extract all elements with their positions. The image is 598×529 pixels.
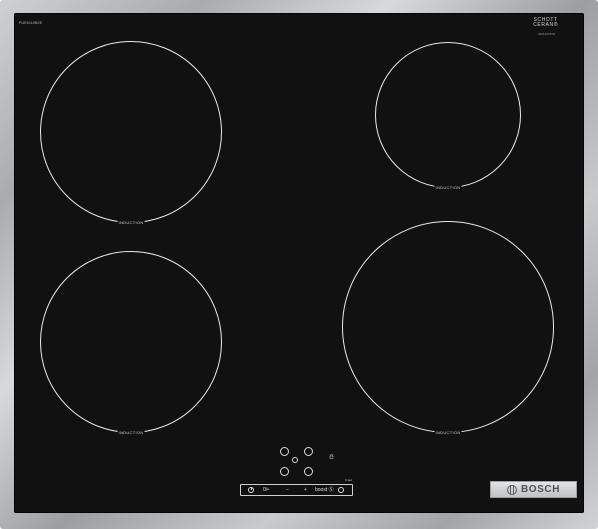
zone-select-front-left-icon[interactable] xyxy=(280,467,289,476)
cooking-zone-front-left[interactable] xyxy=(40,251,222,433)
zone-select-rear-right-icon[interactable] xyxy=(304,447,313,456)
schott-subtitle: INDUCTION xyxy=(538,32,555,36)
lock-hint-label: 3 sec xyxy=(345,478,353,482)
zone-label: INDUCTION xyxy=(117,220,145,225)
minus-button[interactable]: − xyxy=(286,488,289,493)
timer-icon[interactable] xyxy=(338,487,344,493)
zone-select-button[interactable]: 0/• xyxy=(263,488,269,493)
zone-label: INDUCTION xyxy=(434,430,462,435)
touch-control-panel: 0/• − + boost Ⓢ xyxy=(240,484,353,496)
schott-line2: CERAN® xyxy=(533,22,558,28)
child-lock-icon[interactable] xyxy=(329,454,334,459)
zone-center-icon xyxy=(292,457,298,463)
zone-label: INDUCTION xyxy=(434,185,462,190)
bosch-logo-icon xyxy=(506,484,517,495)
boost-button[interactable]: boost Ⓢ xyxy=(315,488,334,493)
cooking-zone-front-left-top[interactable] xyxy=(40,41,222,223)
brand-plate: BOSCH xyxy=(490,481,577,498)
plus-button[interactable]: + xyxy=(304,488,307,493)
power-icon[interactable] xyxy=(248,487,254,493)
cooking-zone-front-right[interactable] xyxy=(342,221,554,433)
schott-ceran-logo: SCHOTT CERAN® xyxy=(533,18,558,28)
zone-label: INDUCTION xyxy=(117,430,145,435)
cooking-zone-rear-right[interactable] xyxy=(375,42,521,188)
zone-select-rear-left-icon[interactable] xyxy=(280,447,289,456)
model-code: PUE6110B2E xyxy=(19,21,43,25)
brand-name: BOSCH xyxy=(520,484,561,495)
zone-select-front-right-icon[interactable] xyxy=(304,467,313,476)
